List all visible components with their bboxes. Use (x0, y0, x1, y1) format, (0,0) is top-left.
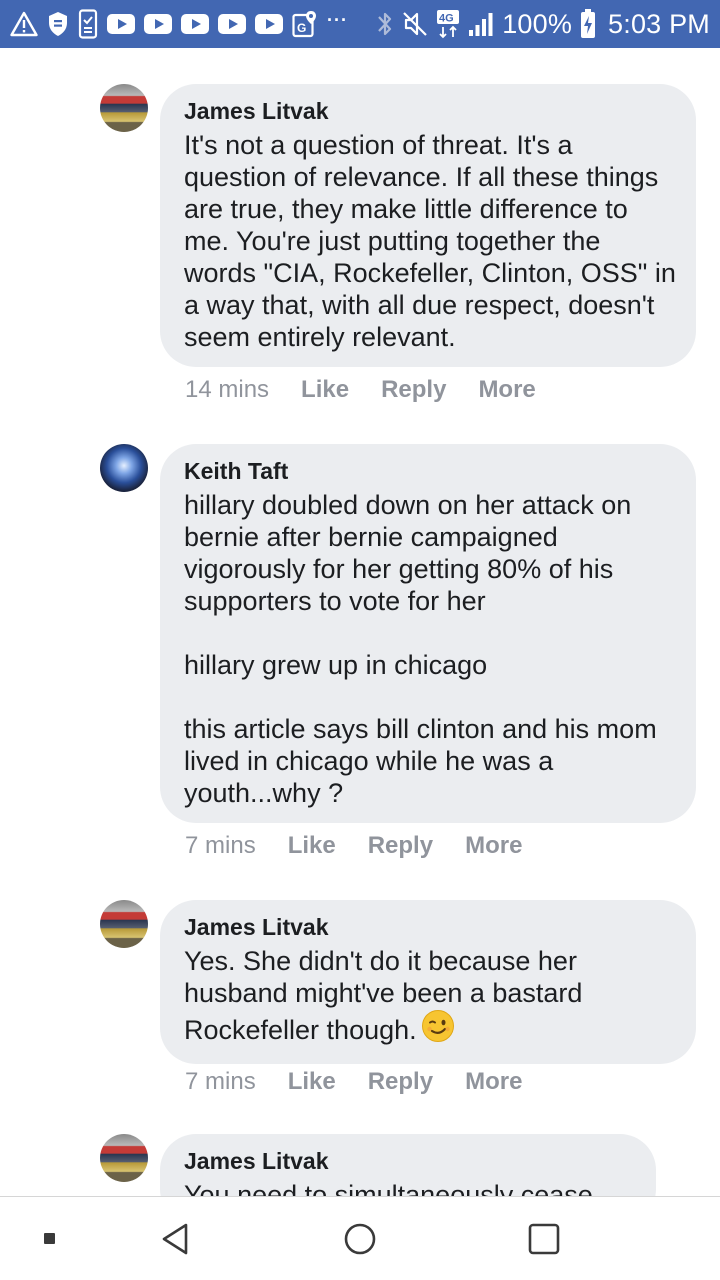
comment-bubble[interactable]: James Litvak Yes. She didn't do it becau… (160, 900, 696, 1064)
comment-timestamp[interactable]: 7 mins (185, 1068, 256, 1096)
google-maps-icon: G (292, 10, 318, 38)
overflow-dots: ··· (327, 10, 348, 30)
comment-text: Yes. She didn't do it because her husban… (184, 945, 676, 1050)
comment-author[interactable]: James Litvak (184, 1146, 636, 1176)
navigation-bar (0, 1196, 720, 1280)
comment-author[interactable]: Keith Taft (184, 456, 676, 486)
youtube-icon (181, 14, 209, 34)
comment-actions: 14 mins Like Reply More (185, 376, 536, 404)
home-icon[interactable] (342, 1221, 378, 1257)
more-button[interactable]: More (465, 1068, 522, 1096)
reply-button[interactable]: Reply (381, 376, 446, 404)
shield-icon (47, 11, 69, 37)
reply-button[interactable]: Reply (368, 1068, 433, 1096)
bluetooth-icon (376, 9, 394, 39)
back-icon[interactable] (158, 1221, 192, 1257)
winking-face-icon (421, 1009, 455, 1050)
comment-author[interactable]: James Litvak (184, 912, 676, 942)
comment-timestamp[interactable]: 7 mins (185, 832, 256, 860)
youtube-icon (144, 14, 172, 34)
youtube-icon (255, 14, 283, 34)
battery-percent: 100% (502, 8, 573, 39)
comment-bubble[interactable]: James Litvak You need to simultaneously … (160, 1134, 656, 1196)
like-button[interactable]: Like (288, 832, 336, 860)
battery-charging-icon (580, 9, 596, 39)
phone-check-icon (78, 9, 98, 39)
youtube-icon (107, 14, 135, 34)
comment-bubble[interactable]: Keith Taft hillary doubled down on her a… (160, 444, 696, 823)
avatar[interactable] (100, 900, 148, 948)
comment-text: You need to simultaneously cease (184, 1180, 593, 1196)
avatar[interactable] (100, 1134, 148, 1182)
comment-actions: 7 mins Like Reply More (185, 1068, 522, 1096)
youtube-icon (218, 14, 246, 34)
comment-text-content: Yes. She didn't do it because her husban… (184, 946, 590, 1045)
svg-text:G: G (297, 21, 306, 35)
overview-icon[interactable] (526, 1221, 562, 1257)
comment-bubble[interactable]: James Litvak It's not a question of thre… (160, 84, 696, 367)
comment-text: hillary doubled down on her attack on be… (184, 490, 657, 808)
status-bar: G ··· 4G 100% 5:03 PM (0, 0, 720, 48)
recent-indicator-icon[interactable] (40, 1229, 60, 1249)
alert-triangle-icon (10, 11, 38, 37)
more-button[interactable]: More (465, 832, 522, 860)
comment-author[interactable]: James Litvak (184, 96, 676, 126)
comment-thread[interactable]: James Litvak It's not a question of thre… (0, 48, 720, 1196)
mute-icon (402, 10, 428, 38)
signal-icon (468, 11, 494, 37)
avatar[interactable] (100, 84, 148, 132)
comment-timestamp[interactable]: 14 mins (185, 376, 269, 404)
comment-text: It's not a question of threat. It's a qu… (184, 130, 684, 352)
reply-button[interactable]: Reply (368, 832, 433, 860)
4g-network-icon: 4G (436, 9, 460, 39)
more-button[interactable]: More (478, 376, 535, 404)
comment-actions: 7 mins Like Reply More (185, 832, 522, 860)
like-button[interactable]: Like (288, 1068, 336, 1096)
avatar[interactable] (100, 444, 148, 492)
clock: 5:03 PM (608, 8, 710, 39)
like-button[interactable]: Like (301, 376, 349, 404)
svg-text:4G: 4G (439, 13, 454, 25)
